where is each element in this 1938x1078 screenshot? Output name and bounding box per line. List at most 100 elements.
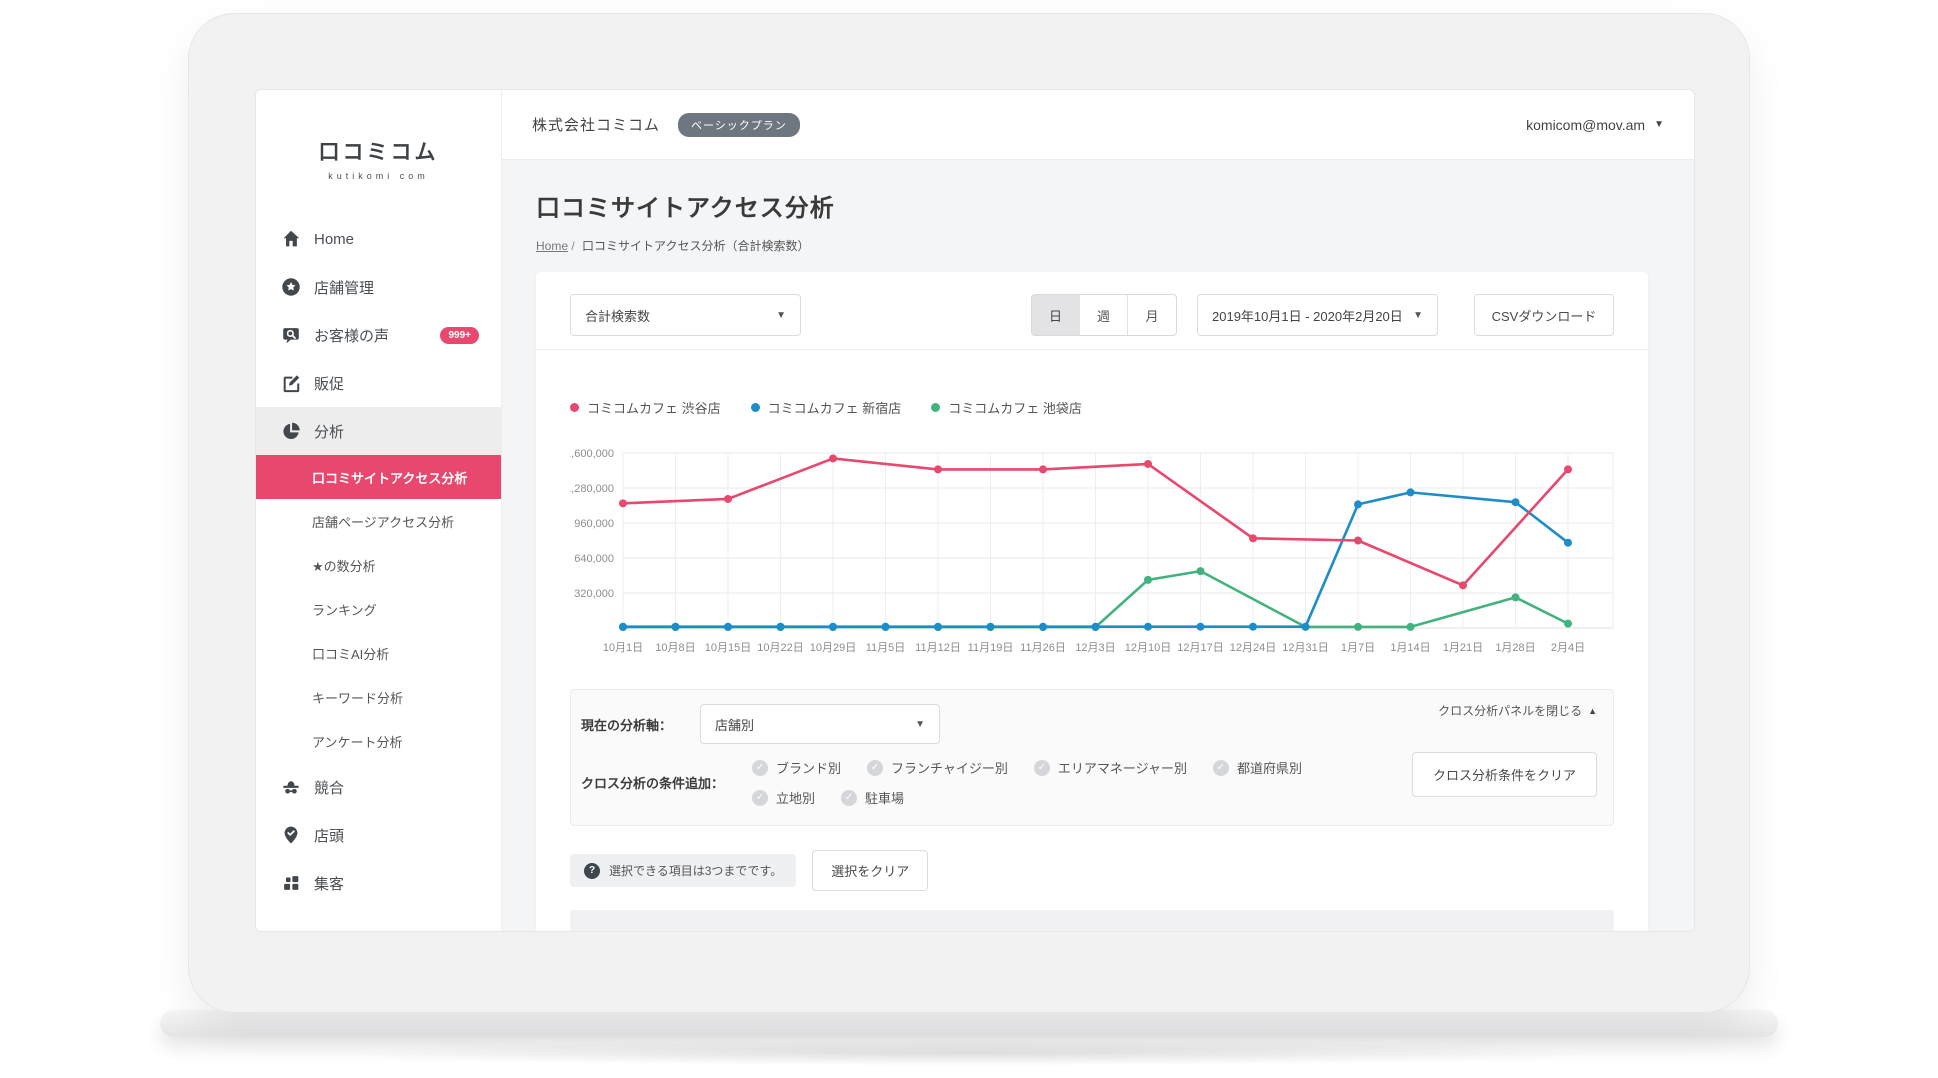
sidebar-item-customer-voice[interactable]: お客様の声 999+ <box>256 311 501 359</box>
submenu-item-label: 口コミAI分析 <box>312 646 390 662</box>
submenu-item-label: アンケート分析 <box>312 734 403 750</box>
divider <box>536 349 1648 350</box>
check-circle-icon: ✓ <box>1033 759 1050 776</box>
breadcrumb: Home / 口コミサイトアクセス分析（合計検索数） <box>536 237 1648 254</box>
checkbox-location-type[interactable]: ✓ 立地別 <box>752 788 815 807</box>
svg-text:12月17日: 12月17日 <box>1177 642 1223 654</box>
sidebar-menu: Home 店舗管理 お客様の声 999+ 販促 分析 口コミサイトアクセス分析 … <box>256 215 501 907</box>
submenu-review-site-access[interactable]: 口コミサイトアクセス分析 <box>256 455 501 499</box>
svg-text:12月24日: 12月24日 <box>1230 642 1276 654</box>
breadcrumb-separator: / <box>571 239 575 253</box>
checkbox-parking[interactable]: ✓ 駐車場 <box>841 788 904 807</box>
logo-title: 口コミコム <box>318 141 439 164</box>
axis-select-value: 店舗別 <box>715 717 755 733</box>
legend-label: コミコムカフェ 新宿店 <box>767 401 902 416</box>
line-chart: 1,600,000 1,280,000 960,000 640,000 320,000 1… <box>570 445 1648 661</box>
logo-subtitle: kutikomi com <box>328 171 429 181</box>
sidebar-item-label: 集客 <box>314 875 345 893</box>
svg-text:12月10日: 12月10日 <box>1125 642 1171 654</box>
clear-selection-button[interactable]: 選択をクリア <box>812 850 929 891</box>
chart-legend: コミコムカフェ 渋谷店 コミコムカフェ 新宿店 コミコムカフェ 池袋店 <box>570 398 1614 417</box>
grid-icon <box>280 872 302 894</box>
svg-text:12月3日: 12月3日 <box>1075 642 1115 654</box>
sidebar-item-label: 販促 <box>314 375 345 393</box>
checkbox-label: 都道府県別 <box>1237 761 1303 776</box>
check-circle-icon: ✓ <box>1213 759 1229 776</box>
laptop-base <box>160 1010 1778 1037</box>
svg-text:640,000: 640,000 <box>574 553 614 565</box>
checkbox-label: ブランド別 <box>776 761 842 776</box>
legend-item-shinjuku: コミコムカフェ 新宿店 <box>750 398 902 417</box>
checkbox-area-manager[interactable]: ✓ エリアマネージャー別 <box>1033 758 1187 777</box>
partial-table-header <box>570 910 1614 931</box>
submenu-item-label: キーワード分析 <box>312 690 404 706</box>
date-range-picker[interactable]: 2019年10月1日 - 2020年2月20日 ▼ <box>1197 294 1438 336</box>
submenu-keyword[interactable]: キーワード分析 <box>256 675 501 719</box>
submenu-store-page-access[interactable]: 店舗ページアクセス分析 <box>256 499 501 543</box>
period-day-button[interactable]: 日 <box>1032 295 1080 335</box>
svg-text:10月8日: 10月8日 <box>655 642 695 654</box>
home-icon <box>280 228 302 250</box>
submenu-item-label: ランキング <box>312 602 377 618</box>
submenu-survey[interactable]: アンケート分析 <box>256 719 501 763</box>
svg-text:1月21日: 1月21日 <box>1443 642 1483 654</box>
sidebar-item-promotion[interactable]: 販促 <box>256 359 501 407</box>
submenu-item-label: ★の数分析 <box>312 558 376 574</box>
sidebar-item-storefront[interactable]: 店頭 <box>256 811 501 859</box>
svg-text:11月12日: 11月12日 <box>915 642 961 654</box>
clear-cross-analysis-button[interactable]: クロス分析条件をクリア <box>1411 752 1597 797</box>
condition-row-1: ✓ ブランド別 ✓ フランチャイジー別 ✓ エリアマネージャー別 ✓ 都道府県別 <box>752 758 1302 777</box>
sidebar: 口コミコム kutikomi com Home 店舗管理 お客様の声 999+ … <box>256 90 502 931</box>
svg-text:1,600,000: 1,600,000 <box>570 448 614 460</box>
legend-dot-blue <box>750 403 760 412</box>
laptop-frame: 口コミコム kutikomi com Home 店舗管理 お客様の声 999+ … <box>188 13 1750 1013</box>
period-month-button[interactable]: 月 <box>1128 295 1176 335</box>
submenu-star-count[interactable]: ★の数分析 <box>256 543 501 587</box>
sidebar-item-analysis[interactable]: 分析 <box>256 407 501 455</box>
check-circle-icon: ✓ <box>841 789 858 806</box>
account-menu[interactable]: komicom@mov.am ▼ <box>1526 117 1664 133</box>
selection-hint: ? 選択できる項目は3つまでです。 <box>570 854 797 887</box>
period-week-button[interactable]: 週 <box>1080 295 1128 335</box>
sidebar-item-store-management[interactable]: 店舗管理 <box>256 263 501 311</box>
sidebar-item-home[interactable]: Home <box>256 215 501 263</box>
sidebar-item-label: お客様の声 <box>314 327 390 345</box>
legend-label: コミコムカフェ 渋谷店 <box>587 401 721 416</box>
review-search-icon <box>280 324 302 346</box>
condition-row-2: ✓ 立地別 ✓ 駐車場 <box>752 788 1302 807</box>
check-circle-icon: ✓ <box>752 759 769 776</box>
submenu-item-label: 口コミサイトアクセス分析 <box>312 470 468 486</box>
svg-text:1,280,000: 1,280,000 <box>570 483 614 495</box>
condition-checkboxes: ✓ ブランド別 ✓ フランチャイジー別 ✓ エリアマネージャー別 ✓ 都道府県別… <box>752 758 1302 807</box>
csv-download-button[interactable]: CSVダウンロード <box>1474 294 1614 336</box>
axis-select[interactable]: 店舗別 ▼ <box>700 704 941 744</box>
breadcrumb-home-link[interactable]: Home <box>536 239 568 253</box>
submenu-ranking[interactable]: ランキング <box>256 587 501 631</box>
metric-select[interactable]: 合計検索数 ▼ <box>570 294 801 336</box>
checkbox-prefecture[interactable]: ✓ 都道府県別 <box>1213 758 1302 777</box>
svg-text:1月7日: 1月7日 <box>1341 642 1375 654</box>
checkbox-label: 立地別 <box>776 791 816 806</box>
analysis-card: 合計検索数 ▼ 日 週 月 2019年10月1日 - 2020年2月20日 ▼ <box>536 272 1648 931</box>
svg-text:10月22日: 10月22日 <box>757 642 803 654</box>
pie-chart-icon <box>280 420 302 442</box>
checkbox-franchisee[interactable]: ✓ フランチャイジー別 <box>867 758 1008 777</box>
sidebar-item-label: 店舗管理 <box>314 279 375 297</box>
chevron-down-icon: ▼ <box>776 309 786 321</box>
svg-text:2月4日: 2月4日 <box>1551 642 1585 654</box>
submenu-review-ai[interactable]: 口コミAI分析 <box>256 631 501 675</box>
checkbox-brand[interactable]: ✓ ブランド別 <box>752 758 841 777</box>
svg-text:11月5日: 11月5日 <box>866 642 906 654</box>
sidebar-item-label: 分析 <box>314 423 345 441</box>
edit-icon <box>280 372 302 394</box>
sidebar-item-label: 競合 <box>314 779 345 797</box>
page-content: 口コミサイトアクセス分析 Home / 口コミサイトアクセス分析（合計検索数） … <box>502 160 1694 931</box>
svg-text:960,000: 960,000 <box>574 518 614 530</box>
date-range-value: 2019年10月1日 - 2020年2月20日 <box>1212 308 1403 324</box>
competitor-icon <box>280 776 302 798</box>
page-title: 口コミサイトアクセス分析 <box>536 195 835 222</box>
sidebar-item-attract-customers[interactable]: 集客 <box>256 859 501 907</box>
close-cross-panel-link[interactable]: クロス分析パネルを閉じる ▲ <box>1438 702 1597 719</box>
sidebar-item-competitor[interactable]: 競合 <box>256 763 501 811</box>
chart-controls: 合計検索数 ▼ 日 週 月 2019年10月1日 - 2020年2月20日 ▼ <box>536 272 1648 336</box>
